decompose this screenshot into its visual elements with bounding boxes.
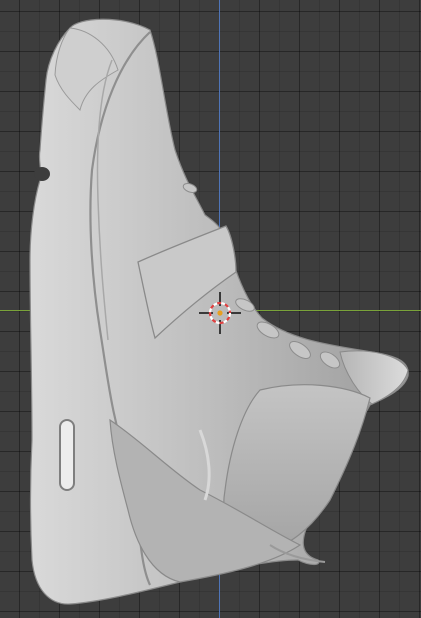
heel-notch <box>34 167 50 181</box>
heel-window <box>59 419 75 491</box>
3d-cursor-icon[interactable] <box>199 292 241 334</box>
3d-viewport[interactable] <box>0 0 421 618</box>
